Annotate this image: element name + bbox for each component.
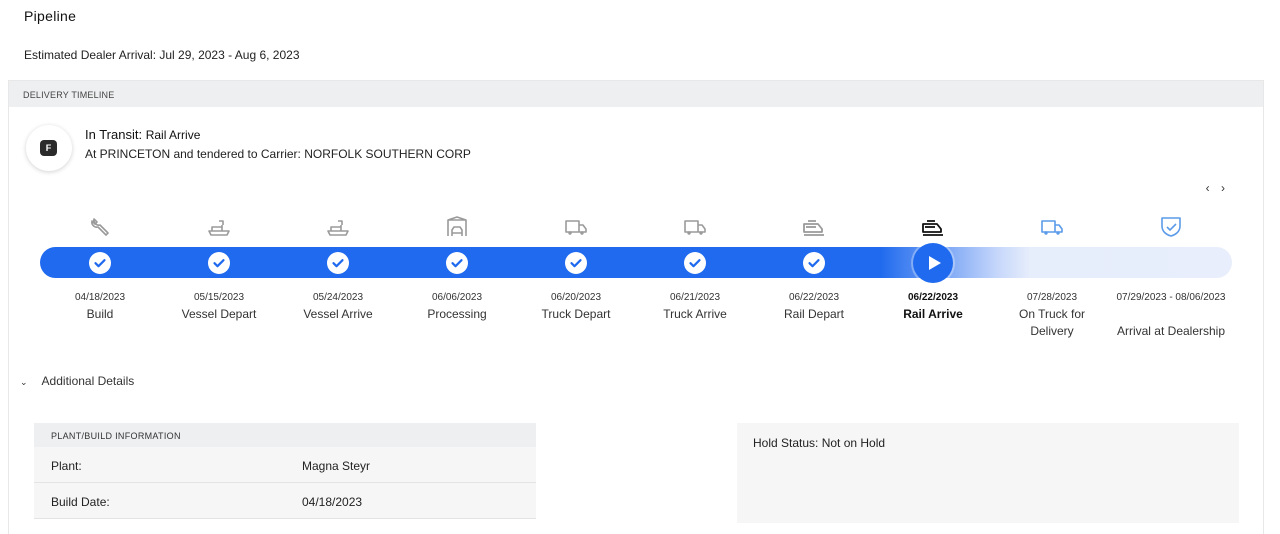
hold-status-card: Hold Status: Not on Hold <box>737 423 1239 523</box>
status-detail: At PRINCETON and tendered to Carrier: NO… <box>85 147 471 161</box>
build-date-value: 04/18/2023 <box>302 495 363 509</box>
step-label: Arrival at Dealership <box>1116 324 1226 338</box>
estimated-arrival: Estimated Dealer Arrival: Jul 29, 2023 -… <box>24 48 300 62</box>
plant-build-card: PLANT/BUILD INFORMATION Plant: Magna Ste… <box>34 423 536 523</box>
step-label: Vessel Arrive <box>303 307 373 321</box>
brand-letter-icon: F <box>40 140 57 156</box>
step-date: 07/29/2023 - 08/06/2023 <box>1116 292 1226 303</box>
truck-icon <box>562 213 590 241</box>
truck-icon <box>1038 213 1066 241</box>
step-date: 04/18/2023 <box>74 292 126 303</box>
step-date: 06/21/2023 <box>669 292 721 303</box>
step-label: Truck Arrive <box>663 307 727 321</box>
chevron-left-icon[interactable]: ‹ <box>1206 181 1214 195</box>
check-icon <box>89 252 111 274</box>
plant-key: Plant: <box>51 459 82 473</box>
step-date: 07/28/2023 <box>1026 292 1078 303</box>
step-date: 05/24/2023 <box>312 292 364 303</box>
build-date-row: Build Date: 04/18/2023 <box>34 483 536 519</box>
train-icon <box>800 213 828 241</box>
timeline-nav: ‹ › <box>1206 181 1229 195</box>
chevron-down-icon: ⌄ <box>20 377 28 387</box>
chevron-right-icon[interactable]: › <box>1221 181 1229 195</box>
step-label: Build <box>86 307 114 321</box>
step-label: Rail Depart <box>783 307 845 321</box>
status-title: In Transit: Rail Arrive <box>85 127 200 142</box>
step-label: Rail Arrive <box>903 307 963 321</box>
shield-check-icon <box>1157 213 1185 241</box>
step-label: Vessel Depart <box>181 307 257 321</box>
truck-icon <box>681 213 709 241</box>
check-icon <box>803 252 825 274</box>
step-label: Truck Depart <box>541 307 611 321</box>
check-icon <box>565 252 587 274</box>
ship-icon <box>205 213 233 241</box>
wrench-icon <box>86 213 114 241</box>
step-label: Processing <box>427 307 487 321</box>
additional-details-toggle[interactable]: ⌄ Additional Details <box>20 374 134 388</box>
step-label: On Truck for Delivery <box>1018 307 1086 338</box>
status-value: Rail Arrive <box>145 128 201 142</box>
status-badge: F <box>26 125 72 171</box>
step-date: 06/22/2023 <box>788 292 840 303</box>
plant-value: Magna Steyr <box>302 459 371 473</box>
step-date: 06/20/2023 <box>550 292 602 303</box>
hold-status-text: Hold Status: Not on Hold <box>753 436 886 450</box>
check-icon <box>327 252 349 274</box>
step-date: 06/06/2023 <box>431 292 483 303</box>
plant-build-header: PLANT/BUILD INFORMATION <box>34 423 536 447</box>
plant-row: Plant: Magna Steyr <box>34 447 536 483</box>
check-icon <box>446 252 468 274</box>
check-icon <box>684 252 706 274</box>
ship-icon <box>324 213 352 241</box>
build-date-key: Build Date: <box>51 495 110 509</box>
step-date: 05/15/2023 <box>193 292 245 303</box>
play-icon <box>913 243 953 283</box>
step-date: 06/22/2023 <box>907 292 959 303</box>
train-icon <box>919 213 947 241</box>
panel-header: DELIVERY TIMELINE <box>9 81 1263 107</box>
check-icon <box>208 252 230 274</box>
page-title: Pipeline <box>24 8 77 24</box>
delivery-timeline-panel: DELIVERY TIMELINE F In Transit: Rail Arr… <box>8 80 1264 534</box>
status-prefix: In Transit: <box>85 127 143 142</box>
warehouse-car-icon <box>443 213 471 241</box>
additional-details-label: Additional Details <box>41 374 135 388</box>
